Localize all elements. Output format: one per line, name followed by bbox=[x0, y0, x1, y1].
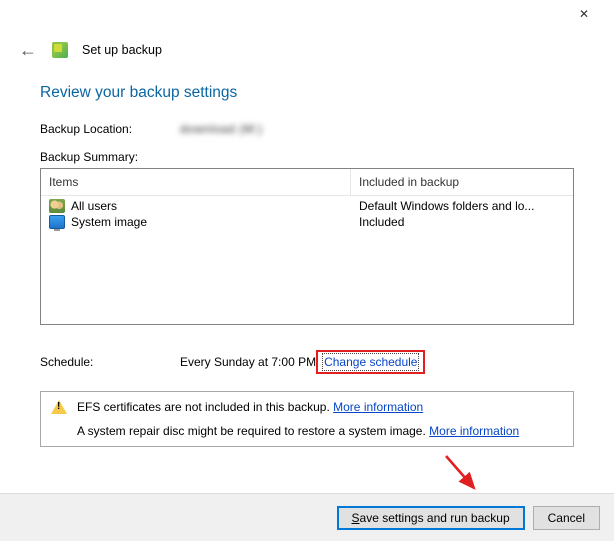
schedule-label: Schedule: bbox=[40, 355, 180, 369]
summary-item-name: All users bbox=[71, 199, 117, 213]
close-button[interactable]: ✕ bbox=[564, 0, 604, 28]
notice-text: A system repair disc might be required t… bbox=[77, 424, 519, 438]
page-heading: Review your backup settings bbox=[40, 84, 574, 102]
backup-summary-label: Backup Summary: bbox=[40, 150, 180, 164]
summary-row[interactable]: System image Included bbox=[41, 214, 573, 230]
save-and-run-button[interactable]: Save settings and run backup bbox=[337, 506, 525, 530]
summary-item-included: Included bbox=[359, 215, 565, 229]
summary-row[interactable]: All users Default Windows folders and lo… bbox=[41, 198, 573, 214]
notice-panel: EFS certificates are not included in thi… bbox=[40, 391, 574, 447]
column-header-items[interactable]: Items bbox=[41, 169, 351, 195]
more-info-link-efs[interactable]: More information bbox=[333, 400, 423, 414]
change-schedule-link[interactable]: Change schedule bbox=[322, 353, 419, 371]
backup-location-label: Backup Location: bbox=[40, 122, 180, 136]
summary-item-included: Default Windows folders and lo... bbox=[359, 199, 565, 213]
schedule-value: Every Sunday at 7:00 PM bbox=[180, 355, 316, 369]
users-icon bbox=[49, 199, 65, 213]
summary-listview[interactable]: Items Included in backup All users Defau… bbox=[40, 168, 574, 325]
more-info-link-repair[interactable]: More information bbox=[429, 424, 519, 438]
warning-icon bbox=[51, 400, 67, 414]
summary-item-name: System image bbox=[71, 215, 147, 229]
cancel-button[interactable]: Cancel bbox=[533, 506, 600, 530]
backup-flag-icon bbox=[52, 42, 68, 58]
column-header-included[interactable]: Included in backup bbox=[351, 169, 573, 195]
wizard-title: Set up backup bbox=[82, 43, 162, 57]
notice-text: EFS certificates are not included in thi… bbox=[77, 400, 423, 414]
back-button[interactable]: ← bbox=[18, 40, 38, 60]
backup-location-value: download (M:) bbox=[180, 122, 574, 136]
monitor-icon bbox=[49, 215, 65, 229]
